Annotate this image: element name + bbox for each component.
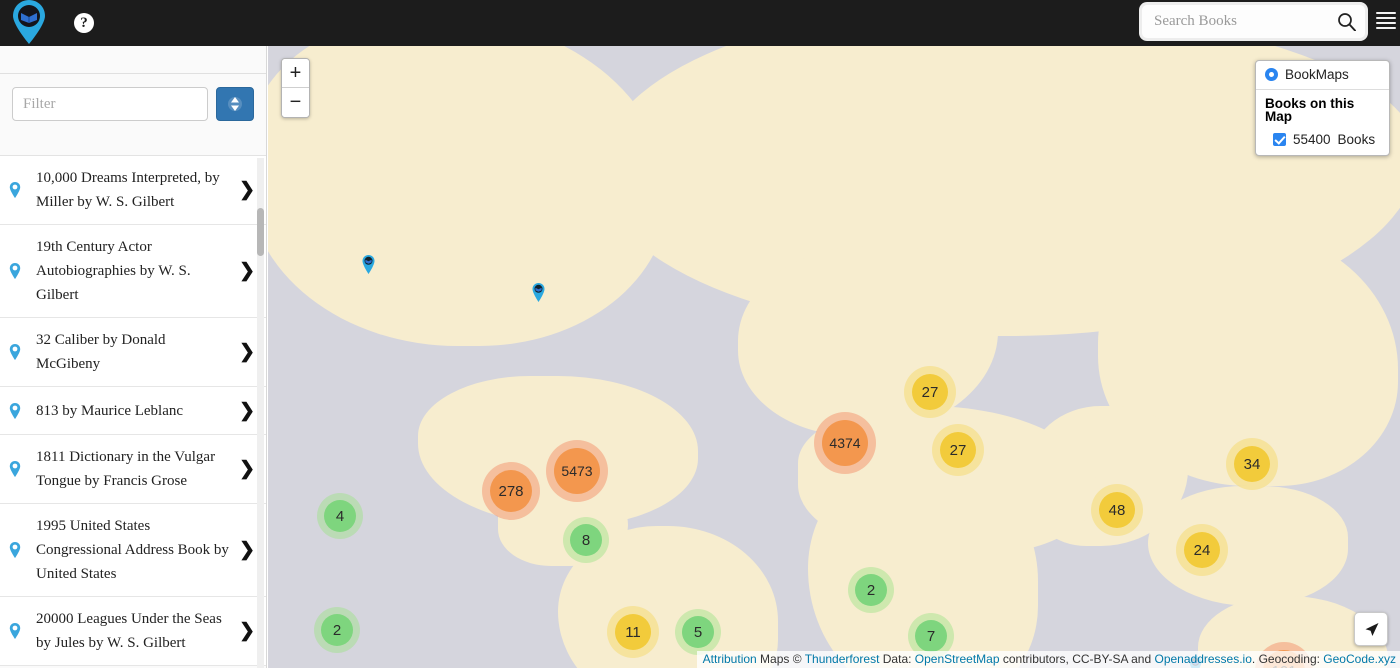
radio-selected-icon[interactable]: [1265, 68, 1278, 82]
top-header: ?: [0, 0, 1400, 46]
list-toggle-bar: [1376, 17, 1396, 19]
zoom-out-button[interactable]: −: [282, 88, 309, 117]
zoom-control: + −: [281, 58, 310, 118]
overlay-heading: Books on this Map: [1265, 95, 1355, 124]
cluster-marker[interactable]: 2: [855, 574, 887, 606]
chevron-right-icon[interactable]: ❯: [239, 181, 255, 200]
sidebar: 10,000 Dreams Interpreted, by Miller by …: [0, 46, 267, 668]
cluster-marker[interactable]: 4374: [822, 420, 868, 466]
chevron-right-icon[interactable]: ❯: [239, 541, 255, 560]
cluster-marker[interactable]: 11: [615, 614, 651, 650]
search-icon[interactable]: [1337, 12, 1356, 32]
sort-button[interactable]: [216, 87, 254, 121]
list-item[interactable]: 1811 Dictionary in the Vulgar Tongue by …: [0, 435, 266, 504]
map-pin-icon: [8, 181, 22, 199]
cluster-marker[interactable]: 27: [940, 432, 976, 468]
app-root: ? Search Books Filter 10,000 Dreams Inte…: [0, 0, 1400, 668]
list-toggle-bar: [1376, 12, 1396, 14]
book-title: 1995 United States Congressional Address…: [36, 518, 229, 582]
cluster-marker[interactable]: 27: [912, 374, 948, 410]
cluster-marker[interactable]: 5: [682, 616, 714, 648]
sidebar-filter-panel: [0, 46, 266, 156]
sidebar-scrollbar[interactable]: [257, 158, 264, 668]
list-toggle-bar: [1376, 27, 1396, 29]
checkbox-checked-icon[interactable]: [1273, 132, 1286, 146]
book-title: 32 Caliber by Donald McGibeny: [36, 332, 166, 372]
attribution-geocoding-label: . Geocoding:: [1251, 652, 1320, 666]
map-book-pin[interactable]: [531, 282, 546, 303]
attribution-maps-label: Maps ©: [760, 652, 802, 666]
list-item[interactable]: 32 Caliber by Donald McGibeny ❯: [0, 318, 266, 387]
sidebar-scrollbar-thumb[interactable]: [257, 208, 264, 256]
list-item[interactable]: 10,000 Dreams Interpreted, by Miller by …: [0, 156, 266, 225]
book-title: 1811 Dictionary in the Vulgar Tongue by …: [36, 449, 216, 489]
book-title: 19th Century Actor Autobiographies by W.…: [36, 239, 191, 303]
map-pin-icon: [8, 343, 22, 361]
map-attribution: Attribution Maps © Thunderforest Data: O…: [696, 651, 1400, 668]
layers-legend-panel: BookMaps Books on this Map 55400 Books: [1255, 60, 1390, 156]
chevron-right-icon[interactable]: ❯: [239, 343, 255, 362]
list-view-toggle-icon[interactable]: [1376, 12, 1396, 31]
attribution-link[interactable]: Attribution: [703, 652, 757, 666]
chevron-right-icon[interactable]: ❯: [239, 460, 255, 479]
map-pin-icon: [8, 622, 22, 640]
cluster-marker[interactable]: 2: [321, 614, 353, 646]
book-list[interactable]: 10,000 Dreams Interpreted, by Miller by …: [0, 156, 266, 668]
cluster-marker[interactable]: 278: [490, 470, 532, 512]
attribution-geocode-link[interactable]: GeoCode.xyz: [1323, 652, 1396, 666]
list-toggle-bar: [1376, 22, 1396, 24]
basemap-option-bookmaps[interactable]: BookMaps: [1256, 61, 1389, 90]
sidebar-divider: [0, 73, 266, 74]
cluster-marker[interactable]: 4: [324, 500, 356, 532]
attribution-data-label: Data:: [882, 652, 912, 666]
overlay-count: 55400: [1293, 131, 1331, 147]
list-item[interactable]: 813 by Maurice Leblanc ❯: [0, 387, 266, 435]
map-pin-icon: [8, 460, 22, 478]
help-icon[interactable]: ?: [74, 13, 94, 33]
chevron-right-icon[interactable]: ❯: [239, 622, 255, 641]
list-item[interactable]: 20000 Leagues Under the Seas by Jules by…: [0, 597, 266, 666]
map-pin-icon: [8, 402, 22, 420]
cluster-marker[interactable]: 8: [570, 524, 602, 556]
book-title: 20000 Leagues Under the Seas by Jules by…: [36, 611, 222, 651]
attribution-contributors: contributors, CC-BY-SA and: [1002, 652, 1152, 666]
list-item[interactable]: 19th Century Actor Autobiographies by W.…: [0, 225, 266, 318]
chevron-right-icon[interactable]: ❯: [239, 262, 255, 281]
landmass-seasia: [1148, 486, 1348, 606]
search-container: [1142, 5, 1365, 38]
map-book-pin[interactable]: [361, 254, 376, 275]
list-item[interactable]: 1995 United States Congressional Address…: [0, 504, 266, 597]
book-title: 10,000 Dreams Interpreted, by Miller by …: [36, 170, 220, 210]
cluster-marker[interactable]: 48: [1099, 492, 1135, 528]
cluster-marker[interactable]: 24: [1184, 532, 1220, 568]
landmass-north-america: [268, 46, 668, 346]
bookmaps-logo-icon[interactable]: [10, 0, 48, 44]
zoom-in-button[interactable]: +: [282, 59, 309, 88]
cluster-marker[interactable]: 7: [915, 620, 947, 652]
map-pin-icon: [8, 262, 22, 280]
locate-me-button[interactable]: [1354, 612, 1388, 646]
map-pin-icon: [8, 541, 22, 559]
cluster-marker[interactable]: 5473: [554, 448, 600, 494]
overlay-section: Books on this Map 55400 Books: [1256, 90, 1389, 156]
overlay-label: Books: [1337, 131, 1376, 147]
attribution-openaddresses-link[interactable]: Openaddresses.io: [1155, 652, 1252, 666]
filter-input[interactable]: [12, 87, 208, 121]
chevron-right-icon[interactable]: ❯: [239, 401, 255, 420]
map-canvas[interactable]: + − BookMaps Books on this Map 55400 Boo…: [268, 46, 1400, 668]
overlay-option-books[interactable]: 55400 Books: [1265, 131, 1380, 147]
attribution-thunderforest-link[interactable]: Thunderforest: [805, 652, 880, 666]
cluster-marker[interactable]: 34: [1234, 446, 1270, 482]
attribution-osm-link[interactable]: OpenStreetMap: [915, 652, 1000, 666]
search-input[interactable]: [1154, 5, 1334, 38]
basemap-label: BookMaps: [1285, 67, 1349, 82]
filter-row: [12, 87, 254, 121]
book-title: 813 by Maurice Leblanc: [36, 402, 184, 419]
